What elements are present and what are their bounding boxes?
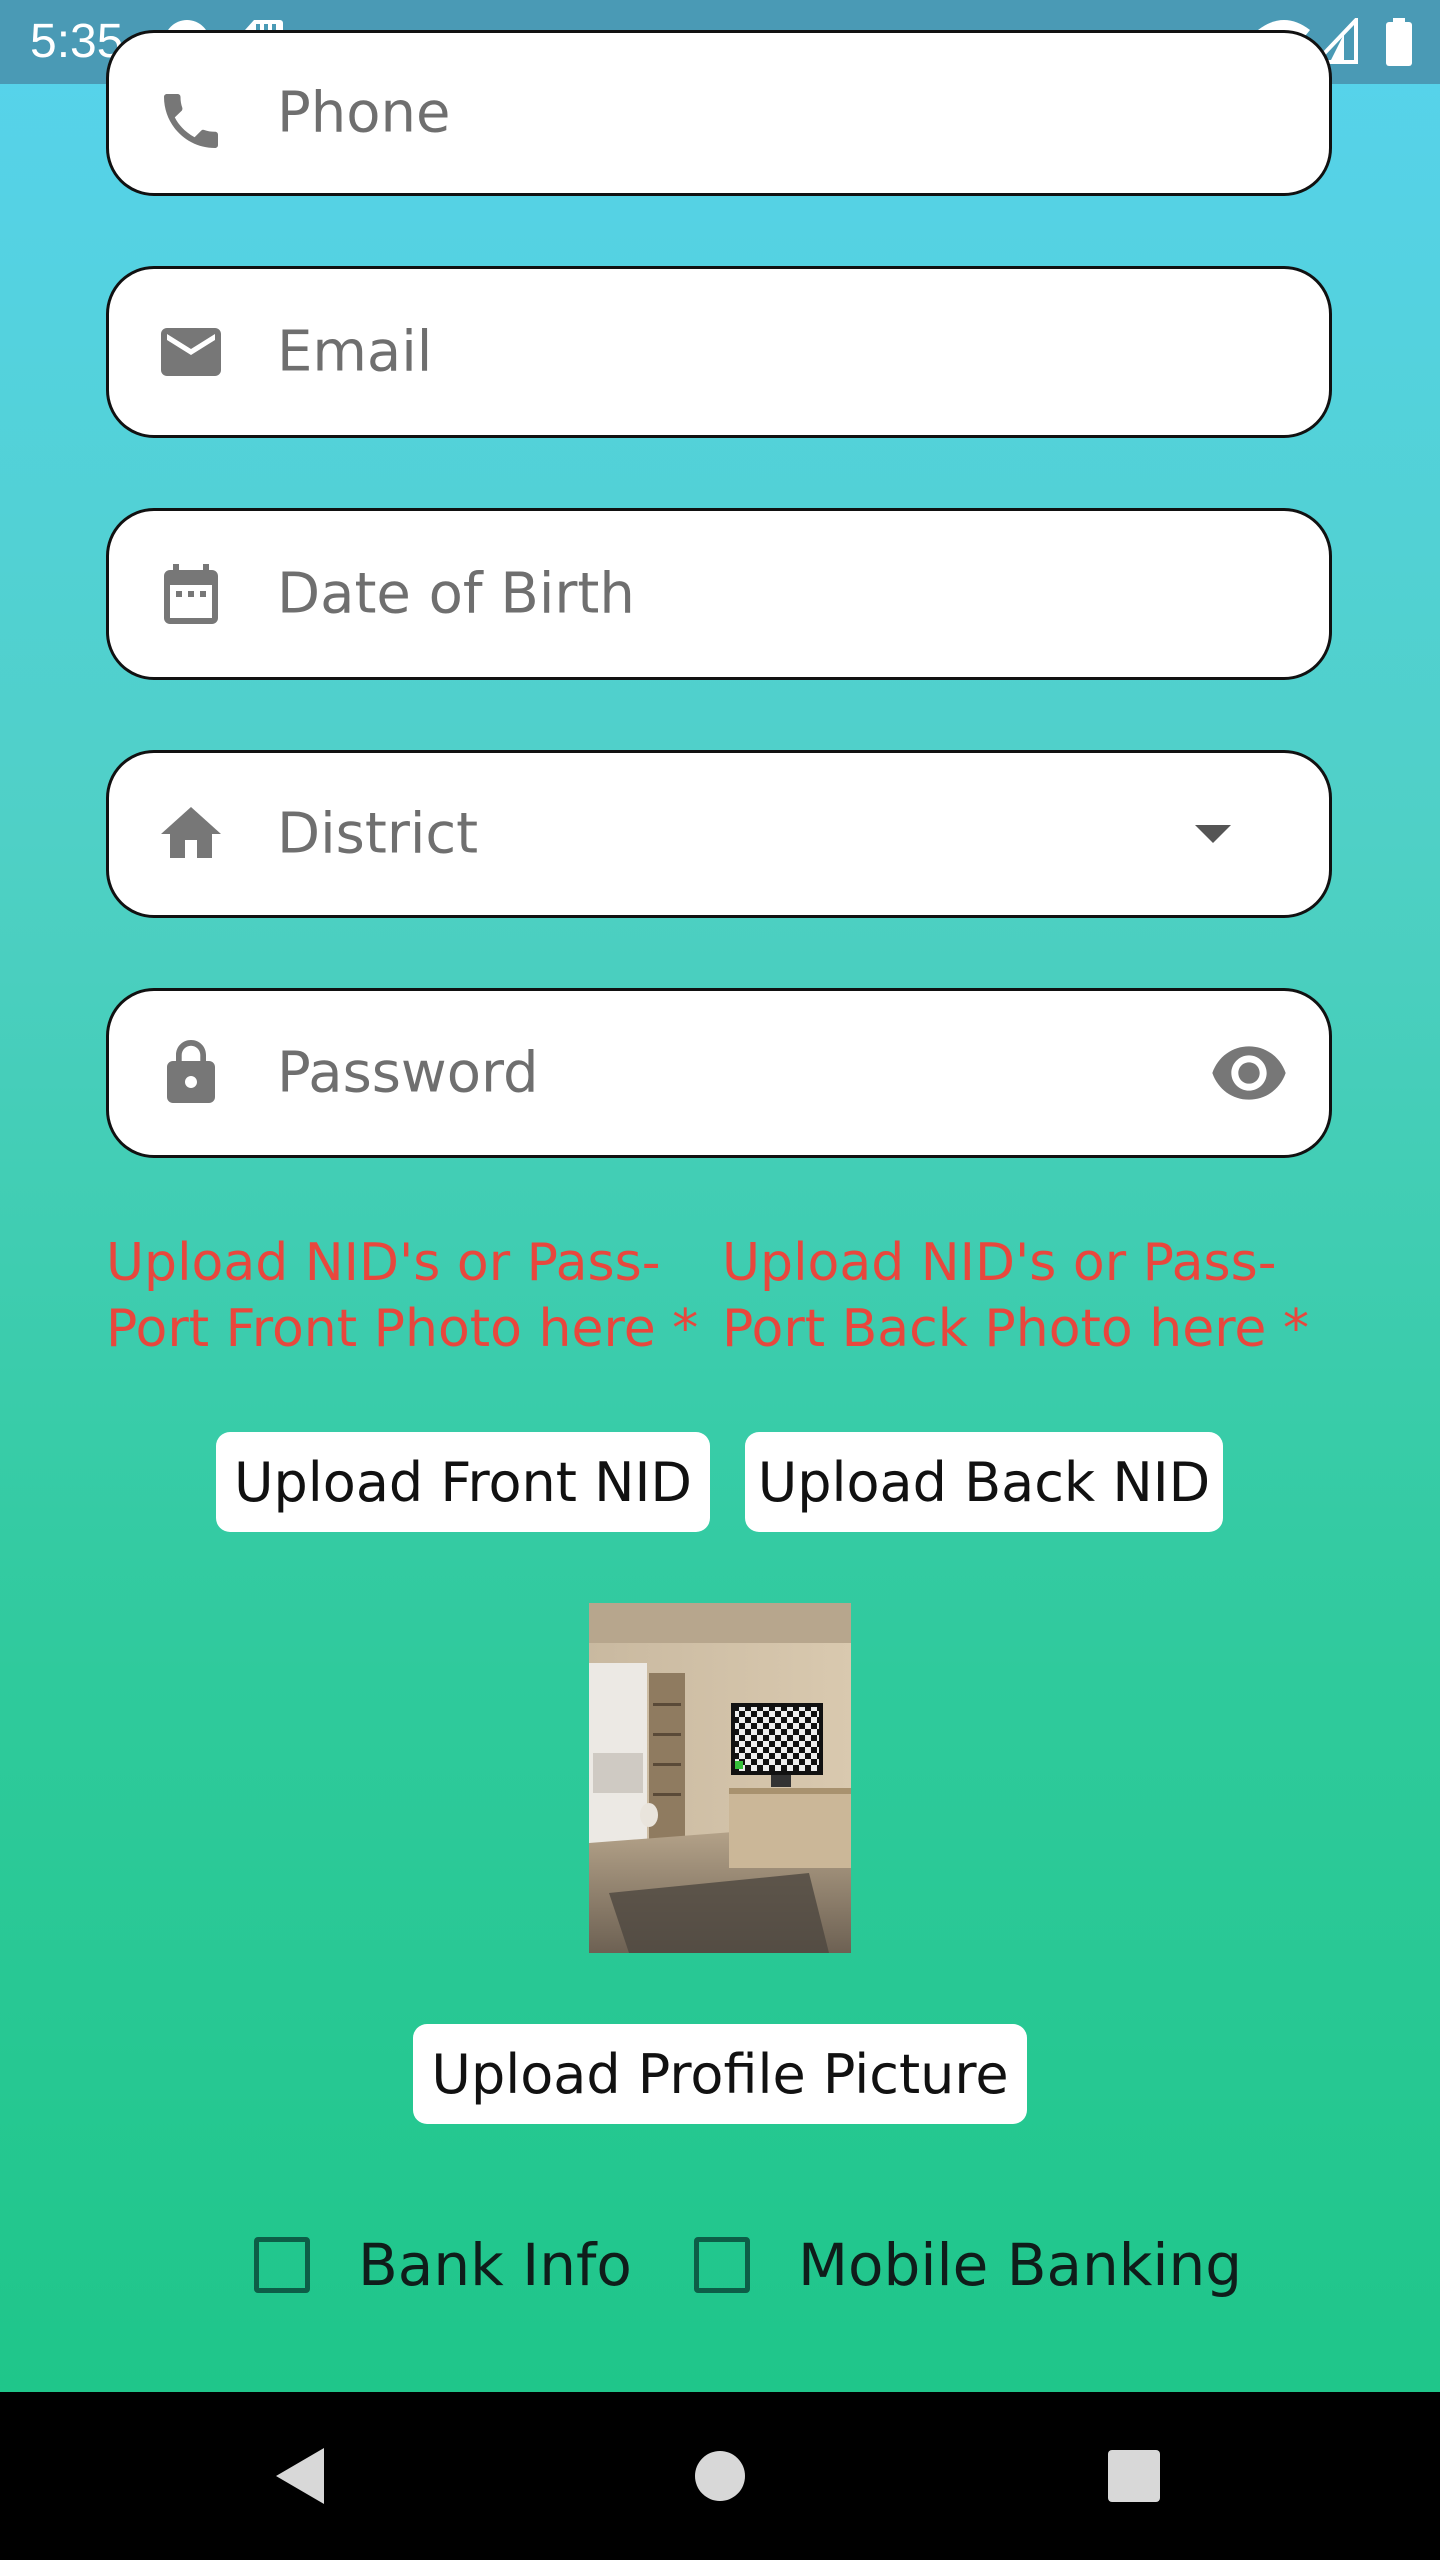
profile-picture-preview — [589, 1603, 851, 1953]
show-password-eye-icon[interactable] — [1209, 1045, 1289, 1101]
bank-info-checkbox[interactable] — [254, 2237, 310, 2293]
battery-icon — [1386, 18, 1412, 66]
date-of-birth-placeholder: Date of Birth — [277, 561, 635, 627]
bank-info-label: Bank Info — [358, 2231, 632, 2299]
upload-profile-picture-button[interactable]: Upload Profile Picture — [413, 2024, 1027, 2124]
calendar-icon — [164, 564, 218, 624]
back-nav-icon[interactable] — [272, 2446, 328, 2506]
registration-screen: 5:35 Phone Email Date of Birth District … — [0, 0, 1440, 2392]
home-icon — [161, 807, 221, 858]
home-nav-icon[interactable] — [694, 2450, 746, 2502]
navigation-bar — [0, 2392, 1440, 2560]
mobile-banking-option[interactable]: Mobile Banking — [694, 2230, 1242, 2300]
phone-placeholder: Phone — [277, 80, 451, 146]
mail-icon — [161, 328, 221, 376]
email-placeholder: Email — [277, 319, 433, 385]
upload-back-nid-button[interactable]: Upload Back NID — [745, 1432, 1223, 1532]
mobile-banking-checkbox[interactable] — [694, 2237, 750, 2293]
bank-info-option[interactable]: Bank Info — [254, 2230, 632, 2300]
back-note-line2: Port Back Photo here * — [722, 1299, 1309, 1359]
back-upload-note: Upload NID's or Pass- Port Back Photo he… — [722, 1230, 1309, 1362]
password-placeholder: Password — [277, 1040, 539, 1106]
lock-icon — [167, 1040, 215, 1103]
date-of-birth-field[interactable]: Date of Birth — [106, 508, 1332, 680]
dropdown-arrow-icon[interactable] — [1193, 823, 1233, 845]
front-note-line2: Port Front Photo here * — [106, 1299, 699, 1359]
upload-front-nid-button[interactable]: Upload Front NID — [216, 1432, 710, 1532]
front-upload-note: Upload NID's or Pass- Port Front Photo h… — [106, 1230, 698, 1362]
mobile-banking-label: Mobile Banking — [798, 2231, 1243, 2299]
password-field[interactable]: Password — [106, 988, 1332, 1158]
phone-icon — [164, 94, 218, 148]
back-note-line1: Upload NID's or Pass- — [722, 1233, 1277, 1293]
district-dropdown[interactable]: District — [106, 750, 1332, 918]
email-field[interactable]: Email — [106, 266, 1332, 438]
front-note-line1: Upload NID's or Pass- — [106, 1233, 661, 1293]
district-placeholder: District — [277, 801, 479, 867]
phone-field[interactable]: Phone — [106, 30, 1332, 196]
recents-nav-icon[interactable] — [1107, 2449, 1161, 2503]
